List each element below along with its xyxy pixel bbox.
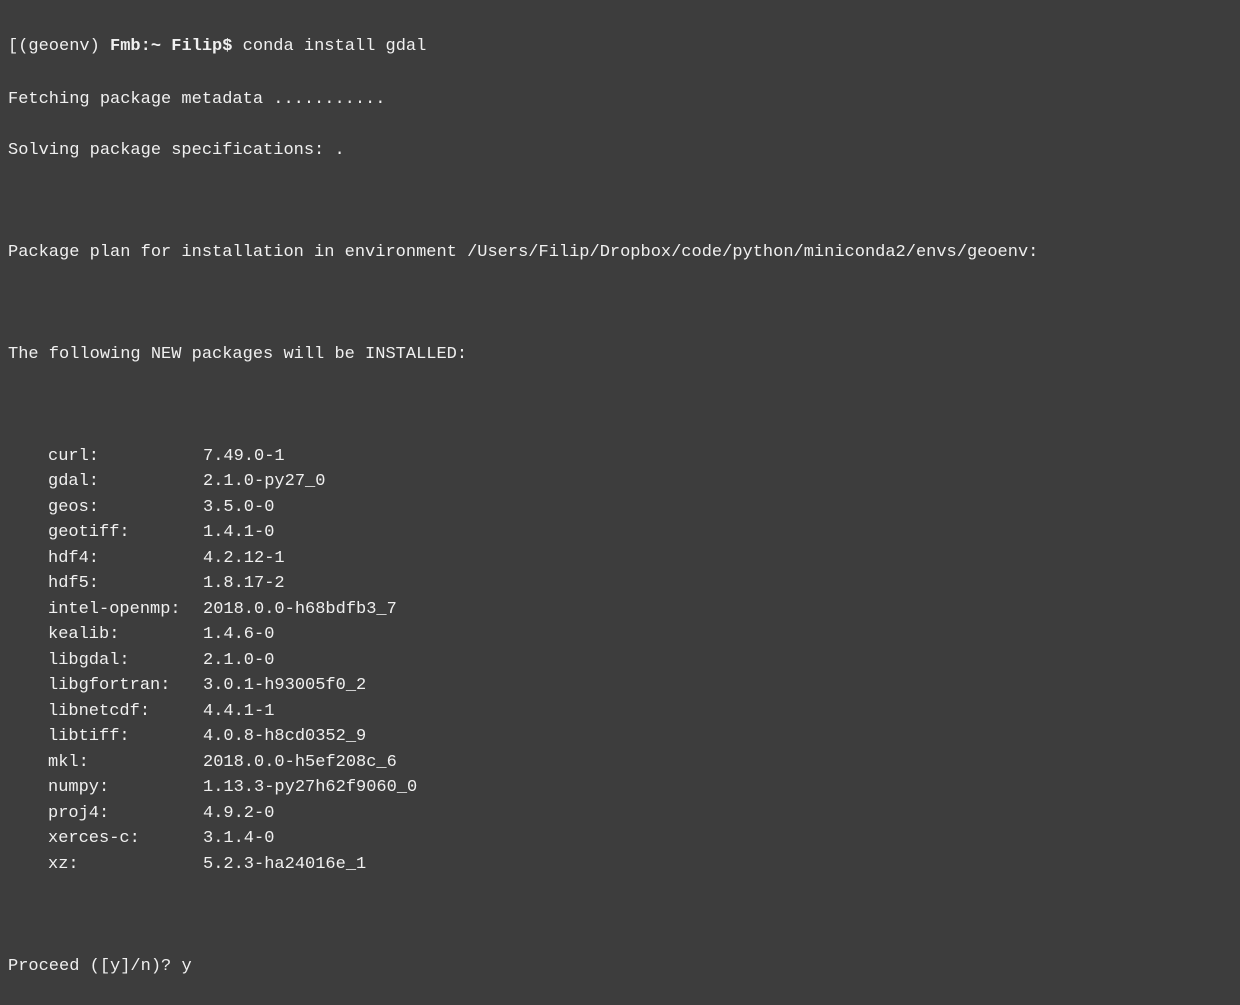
package-row: xerces-c:3.1.4-0	[48, 826, 1232, 852]
package-name: xz:	[48, 852, 203, 878]
fetching-line: Fetching package metadata ...........	[8, 87, 1232, 113]
package-version: 4.2.12-1	[203, 546, 285, 572]
blank-line-2	[8, 291, 1232, 317]
package-version: 1.8.17-2	[203, 571, 285, 597]
package-version: 1.4.1-0	[203, 520, 274, 546]
package-name: gdal:	[48, 469, 203, 495]
package-name: hdf4:	[48, 546, 203, 572]
package-version: 2.1.0-0	[203, 648, 274, 674]
package-row: hdf4:4.2.12-1	[48, 546, 1232, 572]
user-name: Filip$	[171, 37, 232, 56]
package-version: 4.9.2-0	[203, 801, 274, 827]
plan-line: Package plan for installation in environ…	[8, 240, 1232, 266]
package-row: libgfortran:3.0.1-h93005f0_2	[48, 673, 1232, 699]
package-row: libtiff:4.0.8-h8cd0352_9	[48, 724, 1232, 750]
blank-line-3	[8, 393, 1232, 419]
blank-line-4	[8, 903, 1232, 929]
package-version: 2.1.0-py27_0	[203, 469, 325, 495]
package-name: libnetcdf:	[48, 699, 203, 725]
package-row: gdal:2.1.0-py27_0	[48, 469, 1232, 495]
package-name: proj4:	[48, 801, 203, 827]
package-row: curl:7.49.0-1	[48, 444, 1232, 470]
package-row: geotiff:1.4.1-0	[48, 520, 1232, 546]
host-name: Fmb:	[110, 37, 151, 56]
package-name: numpy:	[48, 775, 203, 801]
package-version: 3.1.4-0	[203, 826, 274, 852]
package-version: 5.2.3-ha24016e_1	[203, 852, 366, 878]
package-row: intel-openmp:2018.0.0-h68bdfb3_7	[48, 597, 1232, 623]
proceed-answer: y	[181, 957, 191, 976]
package-row: kealib:1.4.6-0	[48, 622, 1232, 648]
package-version: 3.5.0-0	[203, 495, 274, 521]
package-name: libgdal:	[48, 648, 203, 674]
package-name: hdf5:	[48, 571, 203, 597]
package-version: 4.4.1-1	[203, 699, 274, 725]
package-version: 3.0.1-h93005f0_2	[203, 673, 366, 699]
solving-line: Solving package specifications: .	[8, 138, 1232, 164]
package-name: geotiff:	[48, 520, 203, 546]
package-version: 2018.0.0-h5ef208c_6	[203, 750, 397, 776]
package-version: 7.49.0-1	[203, 444, 285, 470]
new-packages-header: The following NEW packages will be INSTA…	[8, 342, 1232, 368]
path: ~	[151, 37, 161, 56]
package-row: libnetcdf:4.4.1-1	[48, 699, 1232, 725]
package-name: curl:	[48, 444, 203, 470]
env-name: (geoenv)	[18, 37, 100, 56]
command-text: conda install gdal	[243, 37, 427, 56]
proceed-prompt: Proceed ([y]/n)?	[8, 957, 171, 976]
prompt-line: [(geoenv) Fmb:~ Filip$ conda install gda…	[8, 34, 1232, 60]
package-name: intel-openmp:	[48, 597, 203, 623]
package-version: 2018.0.0-h68bdfb3_7	[203, 597, 397, 623]
package-row: xz:5.2.3-ha24016e_1	[48, 852, 1232, 878]
package-name: kealib:	[48, 622, 203, 648]
package-row: numpy:1.13.3-py27h62f9060_0	[48, 775, 1232, 801]
package-version: 1.4.6-0	[203, 622, 274, 648]
package-name: geos:	[48, 495, 203, 521]
package-list: curl:7.49.0-1gdal:2.1.0-py27_0geos:3.5.0…	[48, 444, 1232, 878]
package-version: 4.0.8-h8cd0352_9	[203, 724, 366, 750]
package-name: xerces-c:	[48, 826, 203, 852]
blank-line-1	[8, 189, 1232, 215]
package-row: proj4:4.9.2-0	[48, 801, 1232, 827]
package-row: libgdal:2.1.0-0	[48, 648, 1232, 674]
package-version: 1.13.3-py27h62f9060_0	[203, 775, 417, 801]
package-name: mkl:	[48, 750, 203, 776]
terminal-output[interactable]: [(geoenv) Fmb:~ Filip$ conda install gda…	[8, 8, 1232, 1005]
package-row: geos:3.5.0-0	[48, 495, 1232, 521]
package-row: mkl:2018.0.0-h5ef208c_6	[48, 750, 1232, 776]
proceed-line: Proceed ([y]/n)? y	[8, 954, 1232, 980]
package-row: hdf5:1.8.17-2	[48, 571, 1232, 597]
package-name: libtiff:	[48, 724, 203, 750]
package-name: libgfortran:	[48, 673, 203, 699]
